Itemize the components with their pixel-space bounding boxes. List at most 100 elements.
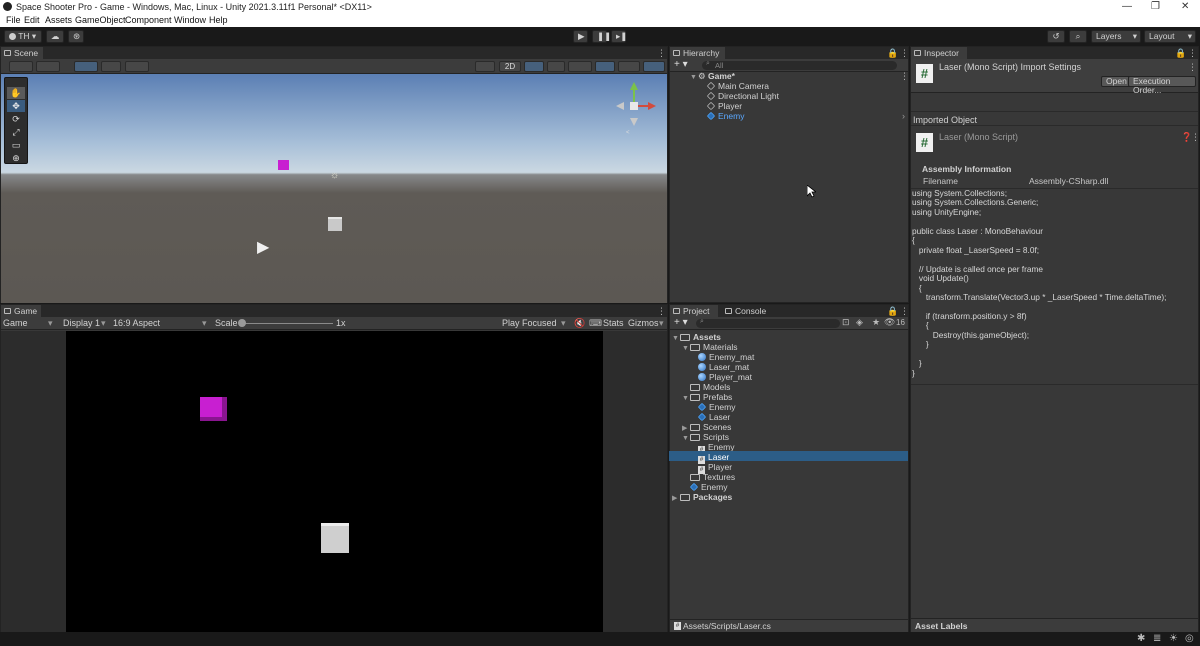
- scene-menu-icon[interactable]: ⋮: [657, 48, 666, 59]
- stats-button[interactable]: Stats: [603, 318, 624, 328]
- collab-icon[interactable]: ⊛: [68, 30, 84, 43]
- materials-folder[interactable]: ▼ Materials: [682, 342, 737, 352]
- grid-settings-icon[interactable]: [125, 61, 149, 72]
- pause-button[interactable]: ❚❚: [592, 30, 611, 43]
- effects-toggle-icon[interactable]: [568, 61, 592, 72]
- game-menu-icon[interactable]: ⋮: [657, 306, 666, 317]
- gizmos-dropdown[interactable]: Gizmos: [628, 318, 659, 328]
- camera-settings-icon[interactable]: [618, 61, 640, 72]
- tab-inspector[interactable]: Inspector: [911, 47, 967, 59]
- account-dropdown[interactable]: TH ▾: [4, 30, 42, 43]
- object-menu-icon[interactable]: ⋮: [1191, 132, 1200, 143]
- camera-gizmo-icon[interactable]: ▶: [257, 240, 279, 256]
- textures-folder[interactable]: Textures: [690, 472, 735, 482]
- models-folder[interactable]: Models: [690, 382, 730, 392]
- inspector-menu-icon[interactable]: ⋮: [1188, 48, 1197, 59]
- favorite-icon[interactable]: ★: [872, 317, 880, 328]
- asset-item[interactable]: Enemy: [689, 482, 727, 492]
- history-icon[interactable]: ↺: [1047, 30, 1065, 43]
- menu-assets[interactable]: Assets: [45, 15, 72, 25]
- shading-sphere-icon[interactable]: [475, 61, 495, 72]
- draw-mode-icon[interactable]: [9, 61, 33, 72]
- layers-dropdown[interactable]: Layers ▾: [1091, 30, 1141, 43]
- shortcuts-icon[interactable]: ⌨: [589, 318, 602, 329]
- gizmos-toggle-icon[interactable]: [643, 61, 665, 72]
- grid-snap-icon[interactable]: [74, 61, 98, 72]
- project-lock-icon[interactable]: 🔒: [887, 306, 898, 317]
- project-search-input[interactable]: ⌕: [696, 318, 840, 328]
- mute-audio-icon[interactable]: 🔇: [574, 318, 585, 329]
- hidden-packages-icon[interactable]: 👁: [884, 317, 895, 328]
- asset-item[interactable]: Laser_mat: [698, 362, 749, 372]
- lighting-toggle-icon[interactable]: [524, 61, 544, 72]
- progress-icon[interactable]: ◎: [1185, 633, 1194, 644]
- search-by-type-icon[interactable]: ⊡: [842, 317, 850, 328]
- asset-item[interactable]: Enemy_mat: [698, 352, 754, 362]
- minimize-button[interactable]: —: [1122, 1, 1132, 12]
- play-button[interactable]: ▶: [573, 30, 588, 43]
- scenes-folder[interactable]: ▶ Scenes: [682, 422, 731, 432]
- menu-gameobject[interactable]: GameObject: [75, 15, 126, 25]
- hierarchy-lock-icon[interactable]: 🔒: [887, 48, 898, 59]
- asset-item[interactable]: Enemy: [697, 402, 735, 412]
- create-asset-button[interactable]: + ▾: [674, 317, 688, 328]
- tab-console[interactable]: Console: [722, 305, 774, 317]
- scripts-folder[interactable]: ▼ Scripts: [682, 432, 729, 442]
- execution-order-button[interactable]: Execution Order...: [1128, 76, 1196, 95]
- tab-scene[interactable]: Scene: [1, 47, 43, 59]
- audio-toggle-icon[interactable]: [547, 61, 565, 72]
- player-object[interactable]: [328, 217, 342, 231]
- display-dropdown[interactable]: Display 1: [63, 318, 100, 328]
- rotate-tool-icon[interactable]: ⟳: [7, 113, 25, 125]
- scale-slider-thumb[interactable]: [238, 319, 246, 327]
- bug-icon[interactable]: ✱: [1137, 633, 1145, 644]
- tab-game[interactable]: Game: [1, 305, 41, 317]
- cloud-icon[interactable]: ☁: [46, 30, 64, 43]
- chevron-right-icon[interactable]: ›: [902, 111, 905, 121]
- prefabs-folder[interactable]: ▼ Prefabs: [682, 392, 732, 402]
- scale-slider[interactable]: [241, 323, 333, 324]
- scale-tool-icon[interactable]: ⤢: [7, 126, 25, 138]
- step-button[interactable]: ▸❚: [611, 30, 627, 43]
- orientation-gizmo-icon[interactable]: <: [614, 78, 658, 134]
- tab-project[interactable]: Project: [670, 305, 718, 317]
- game-mode-dropdown[interactable]: Game: [3, 318, 28, 328]
- menu-help[interactable]: Help: [209, 15, 228, 25]
- scene-viewport[interactable]: ✋ ✥ ⟳ ⤢ ▭ ⊕ ☼ ▶ <: [1, 74, 667, 303]
- rect-tool-icon[interactable]: ▭: [7, 139, 25, 151]
- close-button[interactable]: ✕: [1181, 1, 1189, 12]
- move-tool-icon[interactable]: ✥: [7, 100, 25, 112]
- hierarchy-menu-icon[interactable]: ⋮: [900, 48, 909, 59]
- asset-item[interactable]: Laser: [697, 412, 730, 422]
- hidden-objects-icon[interactable]: [595, 61, 615, 72]
- maximize-button[interactable]: ❐: [1151, 1, 1160, 12]
- create-button[interactable]: + ▾: [674, 59, 688, 70]
- lighting-icon[interactable]: ☀: [1169, 633, 1178, 644]
- scene-menu-icon[interactable]: ⋮: [900, 71, 909, 82]
- cache-server-icon[interactable]: ≣: [1153, 633, 1161, 644]
- hand-tool-icon[interactable]: ✋: [7, 87, 25, 99]
- 2d-toggle-button[interactable]: 2D: [499, 61, 521, 72]
- hierarchy-search-input[interactable]: ⌕ All: [702, 60, 897, 70]
- packages-folder[interactable]: ▶ Packages: [672, 492, 732, 502]
- aspect-dropdown[interactable]: 16:9 Aspect: [113, 318, 160, 328]
- enemy-object[interactable]: [278, 160, 289, 170]
- hierarchy-item[interactable]: Main Camera: [706, 81, 769, 91]
- hierarchy-item[interactable]: Directional Light: [706, 91, 779, 101]
- hierarchy-item[interactable]: Player: [706, 101, 742, 111]
- menu-file[interactable]: File: [6, 15, 21, 25]
- search-by-label-icon[interactable]: ◈: [856, 317, 863, 328]
- inspector-lock-icon[interactable]: 🔒: [1175, 48, 1186, 59]
- project-menu-icon[interactable]: ⋮: [900, 306, 909, 317]
- game-view[interactable]: [66, 331, 603, 632]
- assets-folder[interactable]: ▼ Assets: [672, 332, 721, 342]
- render-mode-icon[interactable]: [36, 61, 60, 72]
- menu-edit[interactable]: Edit: [24, 15, 40, 25]
- asset-item[interactable]: Player_mat: [698, 372, 752, 382]
- layout-dropdown[interactable]: Layout ▾: [1144, 30, 1196, 43]
- transform-tool-icon[interactable]: ⊕: [7, 152, 25, 164]
- light-icon[interactable]: ☼: [330, 170, 340, 181]
- snap-increment-icon[interactable]: [101, 61, 121, 72]
- menu-component[interactable]: Component: [125, 15, 172, 25]
- play-focused-dropdown[interactable]: Play Focused: [502, 318, 557, 328]
